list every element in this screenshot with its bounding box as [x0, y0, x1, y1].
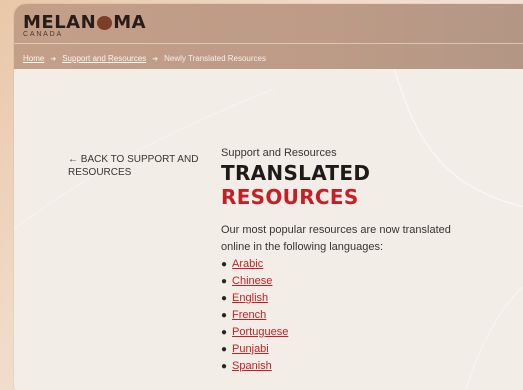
language-link-portuguese[interactable]: Portuguese	[232, 324, 288, 341]
list-item: ● Arabic	[221, 256, 288, 273]
language-link-english[interactable]: English	[232, 290, 268, 307]
language-link-punjabi[interactable]: Punjabi	[232, 341, 269, 358]
logo-text-start: MELAN	[23, 12, 97, 33]
header-divider	[14, 43, 523, 44]
bullet-icon: ●	[221, 327, 228, 338]
back-to-support-link[interactable]: ← BACK TO SUPPORT AND RESOURCES	[68, 153, 203, 179]
language-link-arabic[interactable]: Arabic	[232, 256, 263, 273]
bullet-icon: ●	[221, 361, 228, 372]
breadcrumb: Home ➔ Support and Resources ➔ Newly Tra…	[23, 54, 266, 63]
chevron-right-icon: ➔	[152, 55, 159, 63]
logo-subtitle: CANADA	[23, 31, 63, 38]
browser-window: MELAN MA CANADA Home ➔ Support and Resou…	[14, 4, 523, 390]
page-title-line2: RESOURCES	[221, 185, 359, 209]
language-link-french[interactable]: French	[232, 307, 266, 324]
list-item: ● French	[221, 307, 288, 324]
logo-dot-icon	[97, 15, 113, 30]
list-item: ● Portuguese	[221, 324, 288, 341]
chevron-right-icon: ➔	[50, 55, 57, 63]
section-label: Support and Resources	[221, 147, 337, 159]
page-content: ← BACK TO SUPPORT AND RESOURCES Support …	[14, 69, 523, 390]
logo-text-end: MA	[113, 12, 147, 33]
language-list: ● Arabic ● Chinese ● English ● French ● Portu…	[221, 256, 288, 375]
bullet-icon: ●	[221, 310, 228, 321]
breadcrumb-current: Newly Translated Resources	[164, 54, 266, 63]
bullet-icon: ●	[221, 276, 228, 287]
breadcrumb-support[interactable]: Support and Resources	[62, 54, 146, 63]
language-link-spanish[interactable]: Spanish	[232, 358, 272, 375]
page-title-line1: TRANSLATED	[221, 161, 371, 185]
bullet-icon: ●	[221, 344, 228, 355]
breadcrumb-home[interactable]: Home	[23, 54, 44, 63]
bullet-icon: ●	[221, 259, 228, 270]
page-title: TRANSLATED RESOURCES	[221, 161, 370, 209]
bullet-icon: ●	[221, 293, 228, 304]
list-item: ● Spanish	[221, 358, 288, 375]
list-item: ● Chinese	[221, 273, 288, 290]
list-item: ● English	[221, 290, 288, 307]
site-header: MELAN MA CANADA Home ➔ Support and Resou…	[14, 4, 523, 69]
language-link-chinese[interactable]: Chinese	[232, 273, 272, 290]
intro-text: Our most popular resources are now trans…	[221, 224, 451, 253]
list-item: ● Punjabi	[221, 341, 288, 358]
melanoma-canada-logo[interactable]: MELAN MA	[23, 12, 146, 33]
